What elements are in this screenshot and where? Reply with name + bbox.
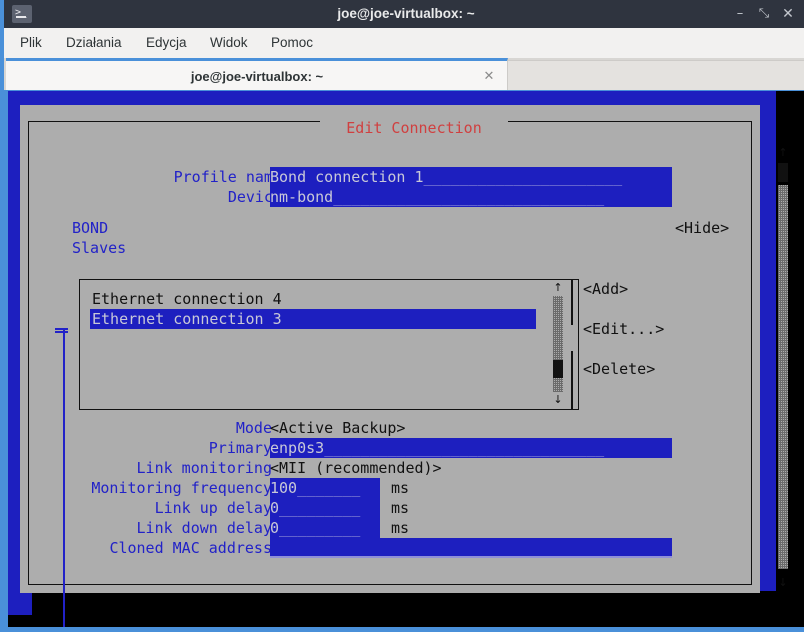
scrollbar-divider-top [571,279,573,325]
nmtui-backdrop-notch [32,591,776,615]
link-up-delay-label: Link up delay [40,498,272,518]
window-titlebar: >_ joe@joe-virtualbox: ~ – ⤡ ✕ [4,0,804,28]
link-up-delay-unit: ms [391,498,409,518]
cloned-mac-address-label: Cloned MAC address [40,538,272,558]
cloned-mac-underline [270,556,672,558]
menu-item-dzialania[interactable]: Działania [60,28,128,58]
edit-button[interactable]: <Edit...> [583,319,664,339]
add-button[interactable]: <Add> [583,279,628,299]
mode-select[interactable]: <Active Backup> [270,418,405,438]
terminal-content: Edit Connection Profile name Bond connec… [8,91,804,627]
menubar: Plik Działania Edycja Widok Pomoc [4,28,804,59]
link-monitoring-select[interactable]: <MII (recommended)> [270,458,442,478]
minimize-button[interactable]: – [728,0,752,28]
tab-label: joe@joe-virtualbox: ~ [6,63,508,91]
maximize-button[interactable]: ⤡ [752,0,776,28]
primary-label: Primary [40,438,272,458]
hide-button[interactable]: <Hide> [675,218,729,238]
tree-expander-icon[interactable] [55,328,68,330]
scroll-up-icon[interactable]: ↑ [774,146,792,160]
mode-label: Mode [40,418,272,438]
link-monitoring-label: Link monitoring [40,458,272,478]
menu-item-plik[interactable]: Plik [14,28,48,58]
bond-section-label: BOND [72,218,108,238]
device-input[interactable]: nm-bond______________________________ [270,187,672,207]
scroll-down-icon[interactable]: ↓ [774,576,792,590]
tabbar-empty-area [508,60,804,90]
dialog-title: Edit Connection [320,117,508,139]
tree-expander-icon-2 [55,331,68,333]
tabbar: joe@joe-virtualbox: ~ ✕ [4,58,804,90]
monitoring-frequency-unit: ms [391,478,409,498]
link-down-delay-input[interactable]: 0_________ [270,518,380,538]
tab-terminal[interactable]: joe@joe-virtualbox: ~ ✕ [6,58,508,90]
primary-input[interactable]: enp0s3_______________________________ [270,438,672,458]
monitoring-frequency-input[interactable]: 100_______ [270,478,380,498]
menu-item-widok[interactable]: Widok [204,28,254,58]
list-item[interactable]: Ethernet connection 4 [92,289,282,309]
window-title: joe@joe-virtualbox: ~ [4,0,804,28]
monitoring-frequency-label: Monitoring frequency [40,478,272,498]
link-down-delay-unit: ms [391,518,409,538]
dialog-scrollbar[interactable]: ↑ ↓ [774,146,792,601]
terminal-window: >_ joe@joe-virtualbox: ~ – ⤡ ✕ Plik Dzia… [0,0,804,632]
tab-close-icon[interactable]: ✕ [481,63,497,91]
cloned-mac-address-input[interactable] [270,538,672,558]
delete-button[interactable]: <Delete> [583,359,655,379]
profile-name-label: Profile name [142,167,282,187]
scroll-down-icon[interactable]: ↓ [549,393,567,407]
link-down-delay-label: Link down delay [40,518,272,538]
slaves-scrollbar[interactable]: ↑ ↓ [549,281,567,407]
profile-name-input[interactable]: Bond connection 1______________________ [270,167,672,187]
scroll-up-icon[interactable]: ↑ [549,281,567,295]
scrollbar-thumb[interactable] [778,163,788,182]
slaves-label: Slaves [72,238,126,258]
menu-item-pomoc[interactable]: Pomoc [265,28,319,58]
device-label: Device [142,187,282,207]
link-up-delay-input[interactable]: 0_________ [270,498,380,518]
scrollbar-thumb[interactable] [553,360,563,378]
scrollbar-track[interactable] [778,185,788,569]
slaves-listbox[interactable]: Ethernet connection 4 Ethernet connectio… [79,279,579,410]
edit-connection-dialog: Edit Connection Profile name Bond connec… [20,105,760,593]
menu-item-edycja[interactable]: Edycja [140,28,193,58]
scrollbar-divider-bottom [571,351,573,410]
close-button[interactable]: ✕ [776,0,800,28]
list-item[interactable]: Ethernet connection 3 [90,309,536,329]
